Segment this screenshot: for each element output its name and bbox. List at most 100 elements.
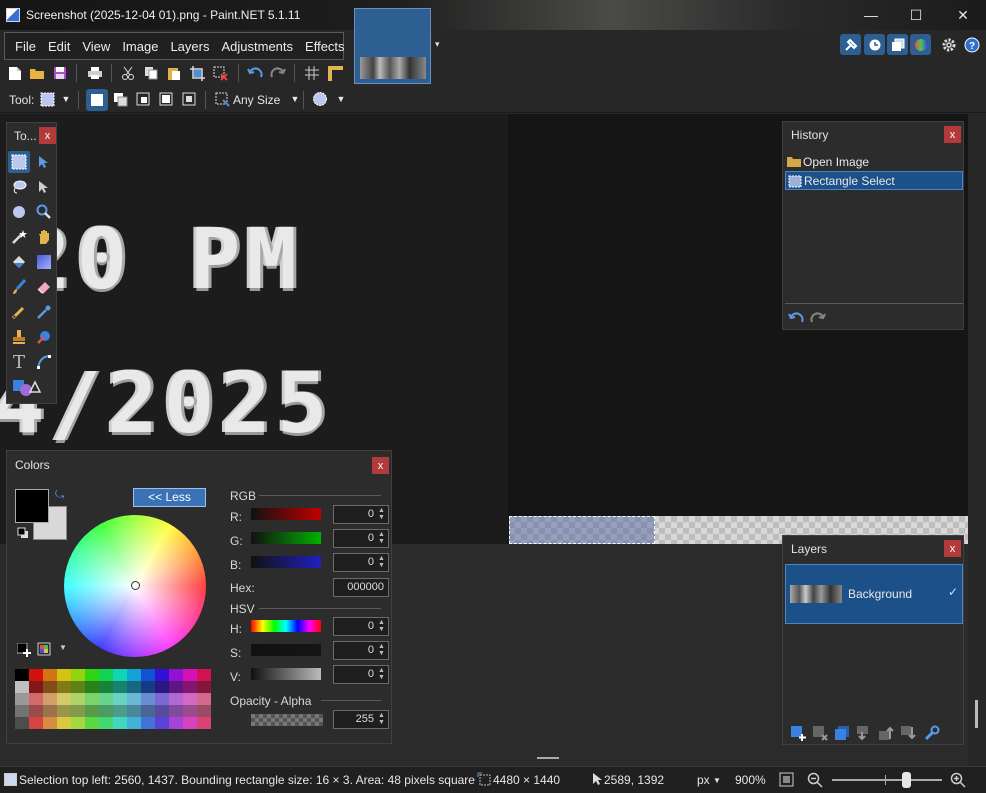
red-value-field[interactable]: 0 ▲ ▼ bbox=[333, 505, 389, 524]
tools-panel-close-button[interactable]: x bbox=[39, 127, 56, 144]
ellipse-select-tool-icon[interactable] bbox=[8, 201, 30, 223]
palette-swatch[interactable] bbox=[71, 705, 85, 717]
palette-dropdown-chevron-down-icon[interactable]: ▼ bbox=[59, 643, 67, 652]
history-undo-icon[interactable] bbox=[785, 307, 807, 329]
blue-slider[interactable] bbox=[251, 556, 321, 568]
palette-swatch[interactable] bbox=[113, 717, 127, 729]
palette-swatch[interactable] bbox=[15, 681, 29, 693]
deselect-icon[interactable] bbox=[211, 64, 229, 82]
history-redo-icon[interactable] bbox=[807, 307, 829, 329]
palette-swatch[interactable] bbox=[141, 669, 155, 681]
palette-swatch[interactable] bbox=[169, 693, 183, 705]
palette-swatch[interactable] bbox=[183, 705, 197, 717]
palette-swatch-black[interactable] bbox=[15, 669, 29, 681]
menu-edit[interactable]: Edit bbox=[42, 39, 76, 54]
color-wheel-cursor[interactable] bbox=[131, 581, 140, 590]
paste-icon[interactable] bbox=[165, 64, 183, 82]
history-item-open-image[interactable]: Open Image bbox=[785, 152, 963, 171]
menu-file[interactable]: File bbox=[9, 39, 42, 54]
value-spin-buttons[interactable]: ▲ ▼ bbox=[376, 667, 387, 682]
move-selection-tool-icon[interactable] bbox=[33, 151, 55, 173]
palette-swatch[interactable] bbox=[155, 681, 169, 693]
palette-swatch[interactable] bbox=[43, 717, 57, 729]
palette-swatch[interactable] bbox=[197, 669, 211, 681]
palette-swatch[interactable] bbox=[43, 681, 57, 693]
zoom-tool-icon[interactable] bbox=[33, 201, 55, 223]
palette-swatch[interactable] bbox=[15, 693, 29, 705]
green-value-field[interactable]: 0 ▲ ▼ bbox=[333, 529, 389, 548]
color-palette[interactable] bbox=[15, 665, 211, 737]
redo-icon[interactable] bbox=[269, 64, 287, 82]
paintbrush-tool-icon[interactable] bbox=[8, 276, 30, 298]
palette-swatch[interactable] bbox=[197, 717, 211, 729]
saturation-spin-buttons[interactable]: ▲ ▼ bbox=[376, 643, 387, 658]
palette-swatch[interactable] bbox=[113, 693, 127, 705]
layers-window-toggle-icon[interactable] bbox=[887, 34, 908, 55]
palette-swatch[interactable] bbox=[43, 705, 57, 717]
print-icon[interactable] bbox=[86, 64, 104, 82]
palette-swatch[interactable] bbox=[183, 693, 197, 705]
blue-spin-buttons[interactable]: ▲ ▼ bbox=[376, 555, 387, 570]
move-layer-up-icon[interactable] bbox=[875, 722, 897, 744]
palette-swatch[interactable] bbox=[127, 669, 141, 681]
vertical-scrollbar-thumb[interactable] bbox=[975, 700, 978, 728]
palette-swatch[interactable] bbox=[15, 717, 29, 729]
units-dropdown[interactable]: px bbox=[697, 773, 710, 787]
selection-size-dropdown[interactable]: Any Size bbox=[233, 93, 280, 107]
resize-grip-handle[interactable] bbox=[537, 757, 559, 759]
palette-swatch[interactable] bbox=[141, 705, 155, 717]
size-dropdown-chevron-down-icon[interactable]: ▼ bbox=[286, 90, 304, 108]
zoom-to-window-icon[interactable] bbox=[779, 772, 794, 787]
value-slider[interactable] bbox=[251, 668, 321, 680]
layer-properties-wrench-icon[interactable] bbox=[921, 722, 943, 744]
palette-swatch[interactable] bbox=[57, 717, 71, 729]
palette-swatch[interactable] bbox=[85, 681, 99, 693]
gradient-tool-icon[interactable] bbox=[33, 251, 55, 273]
history-item-rectangle-select[interactable]: Rectangle Select bbox=[785, 171, 963, 190]
selection-mode-intersect-icon[interactable] bbox=[157, 90, 175, 108]
palette-swatch[interactable] bbox=[169, 705, 183, 717]
palette-swatch[interactable] bbox=[57, 705, 71, 717]
menu-adjustments[interactable]: Adjustments bbox=[215, 39, 299, 54]
add-new-layer-icon[interactable] bbox=[787, 722, 809, 744]
rectangle-select-tool-icon[interactable] bbox=[8, 151, 30, 173]
pencil-tool-icon[interactable] bbox=[8, 301, 30, 323]
paint-bucket-tool-icon[interactable] bbox=[8, 251, 30, 273]
palette-swatch[interactable] bbox=[71, 669, 85, 681]
menu-effects[interactable]: Effects bbox=[299, 39, 351, 54]
zoom-out-icon[interactable] bbox=[807, 772, 823, 788]
palette-swatch[interactable] bbox=[197, 693, 211, 705]
palette-swatch[interactable] bbox=[43, 669, 57, 681]
palette-swatch[interactable] bbox=[141, 717, 155, 729]
palette-swatch[interactable] bbox=[57, 681, 71, 693]
selection-mode-replace-icon[interactable] bbox=[86, 89, 108, 111]
saturation-slider[interactable] bbox=[251, 644, 321, 656]
settings-gear-icon[interactable] bbox=[938, 34, 959, 55]
palette-swatch[interactable] bbox=[127, 693, 141, 705]
palette-swatch[interactable] bbox=[57, 669, 71, 681]
alpha-slider[interactable] bbox=[251, 714, 323, 726]
green-slider[interactable] bbox=[251, 532, 321, 544]
hex-value-field[interactable]: 000000 bbox=[333, 578, 389, 597]
red-spin-buttons[interactable]: ▲ ▼ bbox=[376, 507, 387, 522]
antialiasing-chevron-down-icon[interactable]: ▼ bbox=[332, 90, 350, 108]
palette-swatch[interactable] bbox=[183, 681, 197, 693]
less-button[interactable]: << Less bbox=[133, 488, 206, 507]
palette-swatch[interactable] bbox=[141, 681, 155, 693]
palette-swatch[interactable] bbox=[57, 693, 71, 705]
palette-swatch[interactable] bbox=[141, 693, 155, 705]
hue-spin-buttons[interactable]: ▲ ▼ bbox=[376, 619, 387, 634]
palette-menu-icon[interactable] bbox=[37, 642, 53, 658]
alpha-spin-buttons[interactable]: ▲ ▼ bbox=[376, 712, 387, 727]
palette-swatch[interactable] bbox=[71, 693, 85, 705]
colors-window-toggle-icon[interactable] bbox=[910, 34, 931, 55]
history-window-toggle-icon[interactable] bbox=[864, 34, 885, 55]
recolor-tool-icon[interactable] bbox=[33, 326, 55, 348]
merge-layer-down-icon[interactable] bbox=[853, 722, 875, 744]
palette-swatch[interactable] bbox=[99, 681, 113, 693]
delete-layer-icon[interactable] bbox=[809, 722, 831, 744]
color-picker-tool-icon[interactable] bbox=[33, 301, 55, 323]
new-image-icon[interactable] bbox=[6, 64, 24, 82]
palette-swatch[interactable] bbox=[127, 717, 141, 729]
palette-swatch[interactable] bbox=[29, 681, 43, 693]
